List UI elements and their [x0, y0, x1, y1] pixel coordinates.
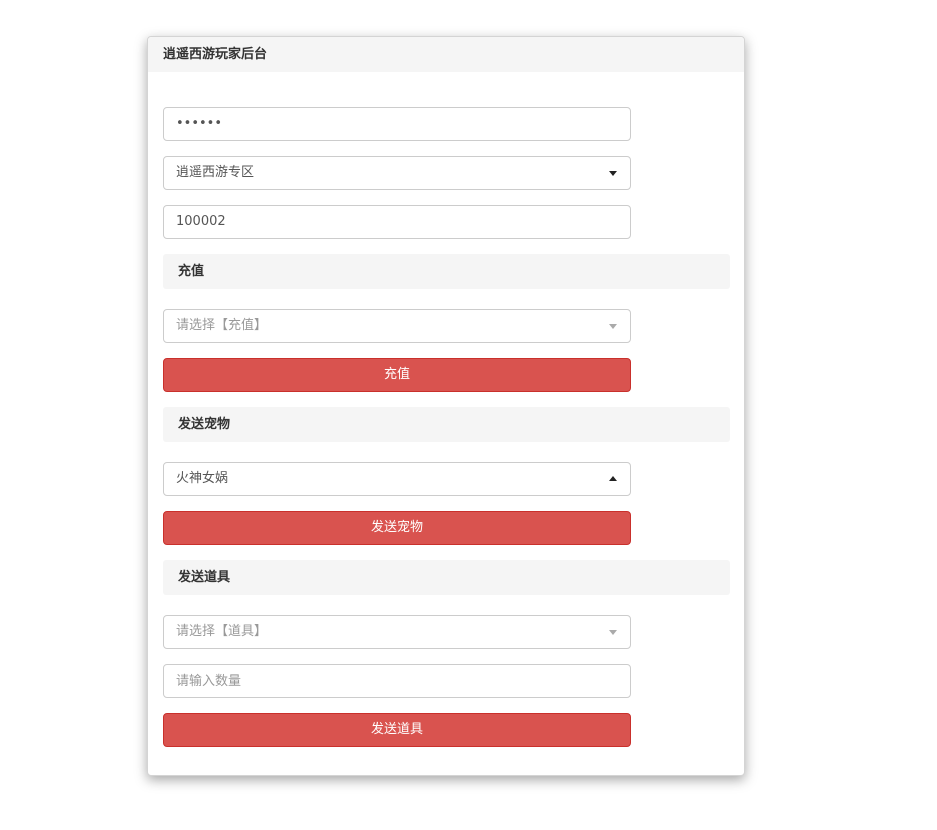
recharge-select-placeholder: 请选择【充值】	[176, 318, 268, 333]
player-admin-panel: 逍遥西游玩家后台 •••••• 逍遥西游专区 100002 充值 请选择【充值】…	[147, 36, 745, 776]
send-item-button[interactable]: 发送道具	[163, 713, 631, 747]
chevron-down-icon	[609, 171, 617, 176]
item-select[interactable]: 请选择【道具】	[163, 615, 631, 649]
section-title-send-item: 发送道具	[163, 560, 730, 595]
password-input[interactable]: ••••••	[163, 107, 631, 141]
panel-title: 逍遥西游玩家后台	[148, 37, 744, 72]
pet-select[interactable]: 火神女娲	[163, 462, 631, 496]
section-title-send-pet: 发送宠物	[163, 407, 730, 442]
pet-select-value: 火神女娲	[176, 471, 229, 486]
item-select-placeholder: 请选择【道具】	[176, 624, 268, 639]
recharge-select[interactable]: 请选择【充值】	[163, 309, 631, 343]
recharge-button[interactable]: 充值	[163, 358, 631, 392]
server-select[interactable]: 逍遥西游专区	[163, 156, 631, 190]
send-pet-button[interactable]: 发送宠物	[163, 511, 631, 545]
quantity-input[interactable]	[163, 664, 631, 698]
chevron-down-icon	[609, 630, 617, 635]
player-id-value: 100002	[176, 214, 226, 229]
section-title-recharge: 充值	[163, 254, 730, 289]
server-select-value: 逍遥西游专区	[176, 165, 255, 180]
chevron-down-icon	[609, 324, 617, 329]
player-id-input[interactable]: 100002	[163, 205, 631, 239]
password-value: ••••••	[176, 116, 223, 131]
chevron-up-icon	[609, 476, 617, 481]
